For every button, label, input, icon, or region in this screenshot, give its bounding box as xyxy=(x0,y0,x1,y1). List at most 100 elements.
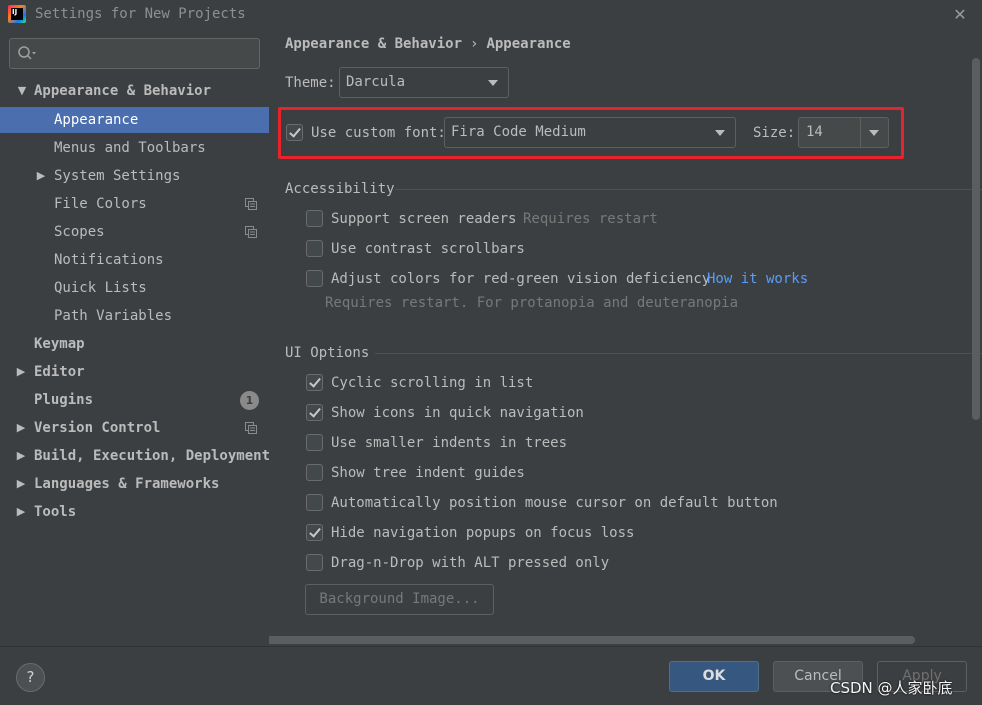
font-size-combo[interactable]: 14 xyxy=(798,117,889,148)
drag-n-drop-alt-checkbox[interactable] xyxy=(306,554,323,571)
mouse-default-button-checkbox[interactable] xyxy=(306,494,323,511)
section-divider xyxy=(395,189,982,190)
how-it-works-link[interactable]: How it works xyxy=(707,271,808,287)
breadcrumb: Appearance & Behavior › Appearance xyxy=(285,36,571,52)
settings-content: Appearance & Behavior › Appearance Theme: … xyxy=(269,30,982,646)
sidebar-item-build-execution-deployment[interactable]: ▶ Build, Execution, Deployment xyxy=(0,443,271,469)
plugin-update-badge: 1 xyxy=(240,391,259,410)
sidebar-item-version-control[interactable]: ▶ Version Control xyxy=(0,415,269,441)
accessibility-section-title: Accessibility xyxy=(285,181,395,197)
sidebar-item-menus-toolbars[interactable]: Menus and Toolbars xyxy=(0,135,269,161)
watermark-text: CSDN @人家卧底 xyxy=(830,679,953,697)
sidebar-item-appearance[interactable]: Appearance xyxy=(0,107,269,133)
collapse-arrow-icon[interactable]: ▶ xyxy=(34,163,48,189)
sidebar-item-label: Build, Execution, Deployment xyxy=(34,448,271,464)
sidebar-item-label: Path Variables xyxy=(54,308,173,324)
hide-popups-checkbox[interactable] xyxy=(306,524,323,541)
chevron-down-icon xyxy=(715,130,725,136)
section-divider xyxy=(375,353,982,354)
sidebar-item-label: Scopes xyxy=(54,224,105,240)
red-green-label: Adjust colors for red-green vision defic… xyxy=(331,271,711,287)
smaller-indents-checkbox[interactable] xyxy=(306,434,323,451)
sidebar-item-label: Tools xyxy=(34,504,77,520)
sidebar-item-label: Keymap xyxy=(34,336,85,352)
font-size-value[interactable]: 14 xyxy=(806,118,823,147)
show-icons-checkbox[interactable] xyxy=(306,404,323,421)
tree-indent-guides-checkbox[interactable] xyxy=(306,464,323,481)
dialog-footer: ? OK Cancel Apply CSDN @人家卧底 xyxy=(0,646,982,705)
intellij-logo-icon: IJ xyxy=(8,5,26,23)
sidebar-item-label: Notifications xyxy=(54,252,164,268)
show-icons-label: Show icons in quick navigation xyxy=(331,405,584,421)
window-title: Settings for New Projects xyxy=(35,6,246,22)
custom-font-label: Use custom font: xyxy=(311,125,446,141)
contrast-scrollbars-checkbox[interactable] xyxy=(306,240,323,257)
chevron-down-icon[interactable] xyxy=(869,130,879,136)
help-button[interactable]: ? xyxy=(16,663,45,692)
sidebar-item-label: System Settings xyxy=(54,168,181,184)
search-icon xyxy=(18,46,36,60)
sidebar-item-label: Version Control xyxy=(34,420,161,436)
screen-readers-checkbox[interactable] xyxy=(306,210,323,227)
breadcrumb-separator: › xyxy=(470,36,479,52)
collapse-arrow-icon[interactable]: ▶ xyxy=(14,359,28,385)
red-green-checkbox[interactable] xyxy=(306,270,323,287)
ok-button[interactable]: OK xyxy=(669,661,759,692)
drag-n-drop-alt-label: Drag-n-Drop with ALT pressed only xyxy=(331,555,610,571)
sidebar-item-path-variables[interactable]: Path Variables xyxy=(0,303,269,329)
theme-dropdown[interactable]: Darcula xyxy=(339,67,509,98)
sidebar-item-label: Quick Lists xyxy=(54,280,147,296)
theme-label: Theme: xyxy=(285,75,336,91)
tree-indent-guides-label: Show tree indent guides xyxy=(331,465,525,481)
collapse-arrow-icon[interactable]: ▶ xyxy=(14,415,28,441)
smaller-indents-label: Use smaller indents in trees xyxy=(331,435,568,451)
settings-sidebar: ▼ Appearance & Behavior Appearance Menus… xyxy=(0,30,271,646)
contrast-scrollbars-label: Use contrast scrollbars xyxy=(331,241,525,257)
sidebar-item-keymap[interactable]: Keymap xyxy=(0,331,269,357)
sidebar-item-quick-lists[interactable]: Quick Lists xyxy=(0,275,269,301)
mouse-default-button-label: Automatically position mouse cursor on d… xyxy=(331,495,778,511)
expand-arrow-icon[interactable]: ▼ xyxy=(15,78,29,104)
project-scope-icon xyxy=(245,226,257,238)
sidebar-item-label: Appearance xyxy=(54,112,139,128)
sidebar-item-editor[interactable]: ▶ Editor xyxy=(0,359,269,385)
sidebar-item-label: Editor xyxy=(34,364,85,380)
project-scope-icon xyxy=(245,198,257,210)
cyclic-scrolling-checkbox[interactable] xyxy=(306,374,323,391)
sidebar-item-notifications[interactable]: Notifications xyxy=(0,247,269,273)
sidebar-item-label: Menus and Toolbars xyxy=(54,140,206,156)
custom-font-checkbox[interactable] xyxy=(286,124,303,141)
vertical-scrollbar[interactable] xyxy=(972,58,980,420)
screen-readers-label: Support screen readers xyxy=(331,211,517,227)
breadcrumb-parent[interactable]: Appearance & Behavior xyxy=(285,36,462,52)
logo-text: IJ xyxy=(11,8,23,20)
cyclic-scrolling-label: Cyclic scrolling in list xyxy=(331,375,534,391)
combo-divider xyxy=(860,118,861,147)
collapse-arrow-icon[interactable]: ▶ xyxy=(14,471,28,497)
ui-options-section-title: UI Options xyxy=(285,345,370,361)
collapse-arrow-icon[interactable]: ▶ xyxy=(14,499,28,525)
collapse-arrow-icon[interactable]: ▶ xyxy=(14,443,28,469)
background-image-button[interactable]: Background Image... xyxy=(305,584,494,615)
sidebar-item-file-colors[interactable]: File Colors xyxy=(0,191,269,217)
sidebar-item-label: Languages & Frameworks xyxy=(34,476,220,492)
close-icon[interactable]: ✕ xyxy=(950,5,970,25)
search-input[interactable] xyxy=(9,38,260,69)
sidebar-item-label: Appearance & Behavior xyxy=(34,83,212,99)
sidebar-item-tools[interactable]: ▶ Tools xyxy=(0,499,269,525)
sidebar-item-appearance-behavior[interactable]: ▼ Appearance & Behavior xyxy=(0,78,269,104)
screen-readers-hint: Requires restart xyxy=(523,211,658,227)
sidebar-item-label: Plugins xyxy=(34,392,94,408)
sidebar-item-scopes[interactable]: Scopes xyxy=(0,219,269,245)
breadcrumb-current: Appearance xyxy=(486,36,571,52)
project-scope-icon xyxy=(245,422,257,434)
sidebar-item-languages-frameworks[interactable]: ▶ Languages & Frameworks xyxy=(0,471,269,497)
red-green-hint: Requires restart. For protanopia and deu… xyxy=(325,295,739,311)
hide-popups-label: Hide navigation popups on focus loss xyxy=(331,525,635,541)
font-family-dropdown[interactable]: Fira Code Medium xyxy=(444,117,736,148)
sidebar-item-plugins[interactable]: Plugins 1 xyxy=(0,387,269,413)
sidebar-item-system-settings[interactable]: ▶ System Settings xyxy=(0,163,269,189)
chevron-down-icon xyxy=(488,80,498,86)
horizontal-scrollbar[interactable] xyxy=(269,636,915,644)
title-bar: IJ Settings for New Projects ✕ xyxy=(0,0,982,30)
